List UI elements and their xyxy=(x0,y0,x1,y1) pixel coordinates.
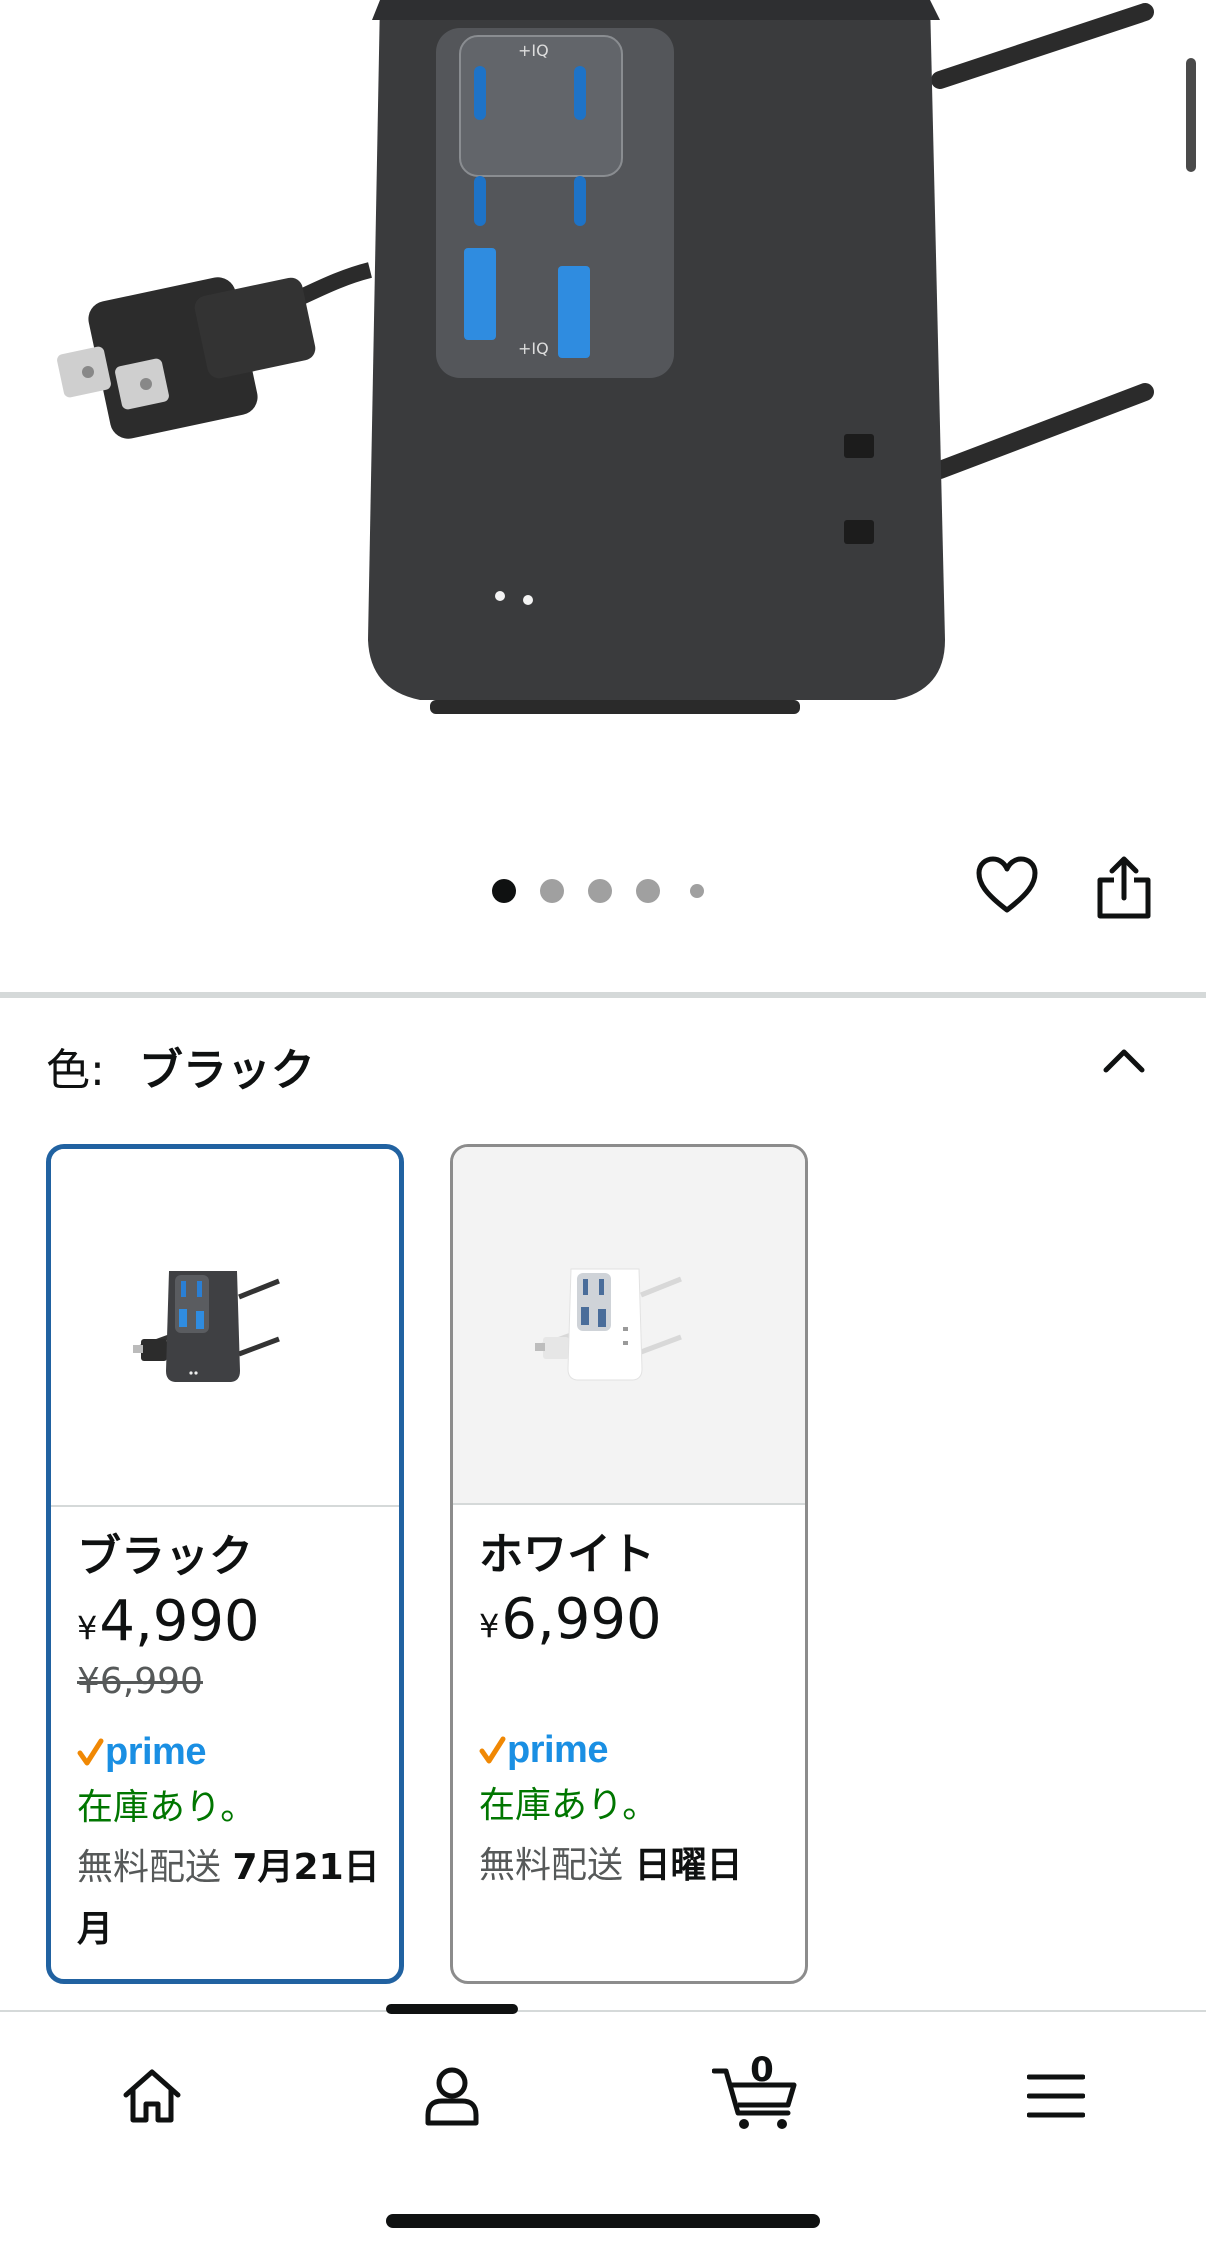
wishlist-heart-icon[interactable] xyxy=(976,856,1040,920)
color-swatch-white[interactable]: ホワイト ¥6,990 prime 在庫あり。 無料配送 日曜日 xyxy=(450,1144,808,1984)
pagination-dot[interactable] xyxy=(540,879,564,903)
prime-label: prime xyxy=(105,1730,206,1773)
pagination-dot[interactable] xyxy=(492,879,516,903)
color-selector-header: 色: ブラック xyxy=(46,1036,315,1096)
swatch-thumbnail xyxy=(453,1147,805,1505)
swatch-price: ¥6,990 xyxy=(479,1585,791,1655)
image-scroll-indicator xyxy=(1186,58,1196,172)
pagination-dot[interactable] xyxy=(636,879,660,903)
currency-symbol: ¥ xyxy=(77,1609,98,1647)
delivery-info: 無料配送 日曜日 xyxy=(479,1835,791,1897)
pagination-dot[interactable] xyxy=(690,884,704,898)
image-pagination-dots[interactable] xyxy=(492,876,712,904)
product-page: +IQ +IQ 色: ブラック ブラック ¥4,990 ¥6,990 prime… xyxy=(0,0,1206,2256)
swatch-name: ブラック xyxy=(77,1531,253,1582)
nav-menu-button[interactable] xyxy=(1016,2056,1096,2136)
section-divider xyxy=(0,992,1206,998)
price-value: 4,990 xyxy=(99,1589,260,1654)
svg-text:+IQ: +IQ xyxy=(518,339,549,358)
nav-cart-button[interactable]: 0 xyxy=(712,2050,802,2136)
prime-badge: prime xyxy=(77,1729,385,1775)
selected-color-value: ブラック xyxy=(138,1045,315,1096)
cart-count-badge: 0 xyxy=(750,2050,774,2090)
delivery-prefix: 無料配送 xyxy=(77,1847,222,1888)
product-image: +IQ +IQ xyxy=(57,0,1154,714)
list-price: ¥6,990 xyxy=(77,1661,203,1702)
home-icon xyxy=(123,2069,181,2123)
prime-check-icon xyxy=(77,1738,104,1766)
list-price xyxy=(479,1655,791,1705)
nav-home-button[interactable] xyxy=(112,2056,192,2136)
system-home-indicator xyxy=(386,2214,820,2228)
prime-label: prime xyxy=(507,1728,608,1771)
swatch-thumbnail xyxy=(51,1149,399,1507)
stock-status: 在庫あり。 xyxy=(479,1785,659,1826)
pagination-dot[interactable] xyxy=(588,879,612,903)
swatch-product-image xyxy=(535,1268,682,1381)
prime-check-icon xyxy=(479,1736,506,1764)
stock-status: 在庫あり。 xyxy=(77,1787,257,1828)
product-image-gallery[interactable]: +IQ +IQ xyxy=(0,0,1206,990)
swatch-name: ホワイト xyxy=(479,1529,655,1580)
currency-symbol: ¥ xyxy=(479,1607,500,1645)
menu-icon xyxy=(1027,2074,1085,2118)
swatch-product-image xyxy=(133,1271,280,1382)
active-tab-indicator xyxy=(386,2004,518,2014)
chevron-up-icon[interactable] xyxy=(1100,1040,1148,1080)
prime-badge: prime xyxy=(479,1727,791,1773)
swatch-info: ホワイト ¥6,990 prime 在庫あり。 無料配送 日曜日 xyxy=(479,1527,791,1897)
account-icon xyxy=(425,2067,479,2126)
swatch-price: ¥4,990 xyxy=(77,1587,385,1657)
svg-text:+IQ: +IQ xyxy=(518,41,549,60)
delivery-date: 日曜日 xyxy=(634,1845,743,1886)
delivery-prefix: 無料配送 xyxy=(479,1845,624,1886)
swatch-info: ブラック ¥4,990 ¥6,990 prime 在庫あり。 無料配送 7月21… xyxy=(77,1529,385,1961)
price-value: 6,990 xyxy=(501,1587,662,1652)
share-icon[interactable] xyxy=(1096,856,1160,920)
color-swatch-black[interactable]: ブラック ¥4,990 ¥6,990 prime 在庫あり。 無料配送 7月21… xyxy=(46,1144,404,1984)
delivery-info: 無料配送 7月21日 月 xyxy=(77,1837,385,1961)
nav-account-button[interactable] xyxy=(412,2056,492,2136)
color-label: 色: xyxy=(46,1045,105,1096)
